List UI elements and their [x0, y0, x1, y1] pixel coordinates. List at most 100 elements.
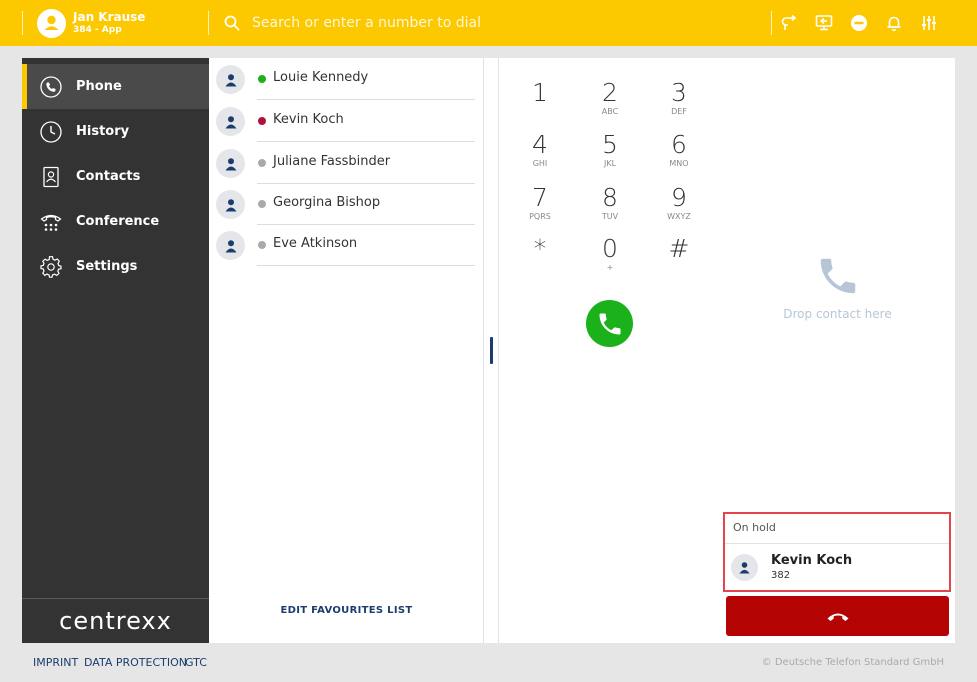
person-icon	[225, 73, 236, 86]
user-avatar[interactable]	[37, 9, 66, 38]
user-name[interactable]: Jan Krause	[73, 10, 145, 24]
dial-key-0[interactable]: 0 +	[582, 236, 638, 282]
key-digit: 6	[671, 130, 687, 159]
gear-icon	[40, 255, 62, 278]
person-icon	[225, 115, 236, 128]
drop-zone[interactable]: Drop contact here	[720, 253, 955, 321]
conference-phone-icon	[40, 214, 62, 231]
call-panel: Drop contact here On hold Kevin Koch 382	[720, 58, 955, 643]
sidebar: Phone History Contacts Conference Settin…	[22, 58, 209, 643]
presence-dot	[258, 75, 266, 83]
data-protection-link[interactable]: DATA PROTECTION	[84, 656, 187, 669]
presence-dot	[258, 159, 266, 167]
favourites-panel: Louie Kennedy Kevin Koch Juliane Fassbin…	[209, 58, 484, 643]
held-contact-name: Kevin Koch	[771, 553, 853, 568]
key-digit: 8	[602, 183, 618, 212]
clock-icon	[40, 120, 62, 143]
favourite-item[interactable]: Louie Kennedy	[209, 58, 484, 100]
dial-key-1[interactable]: 1	[512, 80, 568, 126]
user-icon	[44, 15, 59, 30]
divider	[257, 265, 475, 266]
on-hold-title: On hold	[733, 521, 776, 534]
sidebar-item-label: Conference	[76, 214, 160, 229]
drop-zone-label: Drop contact here	[783, 307, 892, 321]
dial-key-3[interactable]: 3 DEF	[651, 80, 707, 126]
sidebar-item-settings[interactable]: Settings	[22, 244, 209, 289]
sidebar-item-label: History	[76, 124, 130, 139]
avatar	[216, 190, 245, 219]
avatar	[216, 65, 245, 94]
do-not-disturb-icon[interactable]	[849, 13, 869, 33]
dial-key-7[interactable]: 7 PQRS	[512, 185, 568, 231]
key-digit: 7	[532, 183, 548, 212]
logo-area: centrexx	[22, 598, 209, 643]
key-digit: 9	[671, 183, 687, 212]
hangup-button[interactable]	[726, 596, 949, 636]
dial-key-5[interactable]: 5 JKL	[582, 132, 638, 178]
key-digit: *	[533, 234, 547, 263]
bell-icon[interactable]	[884, 13, 904, 33]
resize-handle[interactable]	[490, 337, 493, 364]
sidebar-item-contacts[interactable]: Contacts	[22, 154, 209, 199]
phone-icon	[599, 313, 620, 334]
header-divider	[22, 11, 23, 35]
key-digit: 4	[532, 130, 548, 159]
sidebar-item-label: Settings	[76, 259, 138, 274]
dial-key-8[interactable]: 8 TUV	[582, 185, 638, 231]
dial-key-6[interactable]: 6 MNO	[651, 132, 707, 178]
avatar	[216, 149, 245, 178]
avatar	[216, 107, 245, 136]
avatar	[731, 554, 758, 581]
edit-favourites-link[interactable]: EDIT FAVOURITES LIST	[209, 605, 484, 616]
favourite-item[interactable]: Kevin Koch	[209, 100, 484, 142]
panel-divider	[498, 58, 499, 643]
favourite-item[interactable]: Eve Atkinson	[209, 224, 484, 266]
call-forward-icon[interactable]	[779, 13, 799, 33]
search-input[interactable]	[252, 12, 752, 34]
divider	[725, 543, 949, 544]
gtc-link[interactable]: GTC	[185, 656, 207, 669]
dial-key-4[interactable]: 4 GHI	[512, 132, 568, 178]
header-divider	[208, 11, 209, 35]
key-digit: 5	[602, 130, 618, 159]
user-extension: 384 - App	[73, 25, 122, 35]
dial-key-star[interactable]: *	[512, 236, 568, 282]
phone-icon	[820, 258, 855, 294]
centrexx-logo: centrexx	[59, 607, 172, 635]
phone-icon	[40, 75, 62, 98]
favourite-name: Kevin Koch	[273, 112, 344, 127]
key-digit: 3	[671, 78, 687, 107]
screen-share-icon[interactable]	[814, 13, 834, 33]
held-contact-number: 382	[771, 570, 791, 581]
hangup-icon	[827, 613, 848, 621]
call-button[interactable]	[586, 300, 633, 347]
dial-key-hash[interactable]: #	[651, 236, 707, 282]
person-icon	[225, 198, 236, 211]
key-letters: PQRS	[529, 212, 551, 221]
sidebar-item-phone[interactable]: Phone	[22, 64, 209, 109]
sidebar-item-history[interactable]: History	[22, 109, 209, 154]
favourite-item[interactable]: Juliane Fassbinder	[209, 142, 484, 184]
sliders-icon[interactable]	[919, 13, 939, 33]
person-icon	[225, 157, 236, 170]
dialpad-panel: 1 2 ABC 3 DEF 4 GHI 5 JKL 6 MNO 7 PQRS 8 TUV 9W…	[484, 58, 720, 643]
key-digit: 1	[532, 78, 548, 107]
presence-dot	[258, 241, 266, 249]
dial-key-2[interactable]: 2 ABC	[582, 80, 638, 126]
person-icon	[739, 562, 750, 574]
sidebar-item-label: Contacts	[76, 169, 141, 184]
sidebar-item-conference[interactable]: Conference	[22, 199, 209, 244]
favourite-item[interactable]: Georgina Bishop	[209, 183, 484, 225]
imprint-link[interactable]: IMPRINT	[33, 656, 78, 669]
on-hold-card[interactable]: On hold Kevin Koch 382	[723, 512, 951, 592]
key-letters: +	[606, 263, 614, 272]
key-digit: #	[668, 234, 690, 263]
favourite-name: Louie Kennedy	[273, 70, 369, 85]
key-digit: 2	[602, 78, 618, 107]
favourite-name: Georgina Bishop	[273, 195, 381, 210]
avatar	[216, 231, 245, 260]
key-letters: GHI	[532, 159, 548, 168]
dial-key-9[interactable]: 9 WXYZ	[651, 185, 707, 231]
favourite-name: Juliane Fassbinder	[273, 154, 391, 169]
key-letters: TUV	[601, 212, 619, 221]
